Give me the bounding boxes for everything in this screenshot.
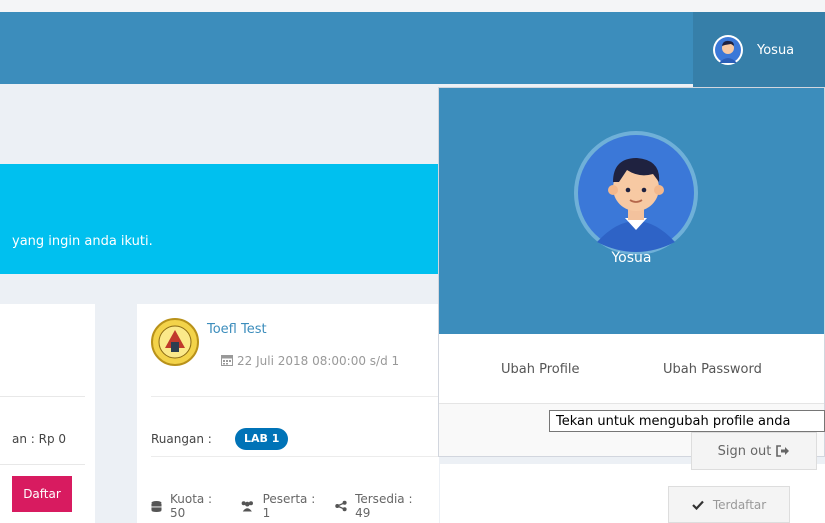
edit-profile-link[interactable]: Ubah Profile bbox=[501, 362, 580, 377]
users-icon bbox=[241, 501, 253, 512]
info-callout: yang ingin anda ikuti. bbox=[0, 164, 440, 274]
participants-text: Peserta : 1 bbox=[262, 492, 316, 520]
header-user-name: Yosua bbox=[757, 42, 795, 58]
sign-out-icon bbox=[776, 445, 790, 457]
sign-out-button[interactable]: Sign out bbox=[691, 432, 817, 470]
quota-text: Kuota : 50 bbox=[169, 492, 213, 520]
terdaftar-label: Terdaftar bbox=[712, 497, 767, 512]
change-password-link[interactable]: Ubah Password bbox=[663, 362, 762, 377]
fee-text: an : Rp 0 bbox=[12, 432, 67, 446]
check-icon bbox=[692, 500, 704, 510]
user-avatar-icon bbox=[574, 131, 698, 255]
share-icon bbox=[335, 500, 347, 512]
profile-links: Ubah Profile Ubah Password bbox=[439, 334, 824, 404]
divider bbox=[0, 464, 85, 465]
room-label: Ruangan : bbox=[151, 432, 212, 446]
dropdown-user-name: Yosua bbox=[611, 250, 652, 266]
divider bbox=[151, 396, 439, 397]
sign-out-label: Sign out bbox=[717, 443, 772, 459]
institution-logo bbox=[151, 318, 199, 366]
profile-tooltip: Tekan untuk mengubah profile anda bbox=[549, 410, 825, 432]
user-avatar-icon bbox=[713, 35, 743, 65]
divider bbox=[0, 396, 85, 397]
event-date: 22 Juli 2018 08:00:00 s/d 1 bbox=[221, 354, 399, 368]
top-strip bbox=[0, 0, 825, 12]
event-card-toefl: Toefl Test 22 Juli 2018 08:00:00 s/d 1 R… bbox=[137, 304, 439, 523]
event-card-left: an : Rp 0 Daftar bbox=[0, 304, 95, 523]
user-dropdown: Yosua Ubah Profile Ubah Password Sign ou… bbox=[438, 87, 825, 470]
callout-text: yang ingin anda ikuti. bbox=[12, 234, 153, 249]
divider bbox=[151, 456, 439, 457]
event-stats: Kuota : 50 Peserta : 1 Tersedia : 49 bbox=[151, 492, 439, 520]
user-dropdown-header: Yosua bbox=[439, 88, 824, 334]
database-icon bbox=[151, 500, 162, 512]
terdaftar-button[interactable]: Terdaftar bbox=[668, 486, 790, 523]
event-date-text: 22 Juli 2018 08:00:00 s/d 1 bbox=[237, 354, 400, 368]
available-text: Tersedia : 49 bbox=[355, 492, 413, 520]
user-menu-toggle[interactable]: Yosua bbox=[693, 12, 825, 88]
daftar-button[interactable]: Daftar bbox=[12, 476, 72, 512]
calendar-icon bbox=[221, 355, 233, 366]
room-badge: LAB 1 bbox=[235, 428, 289, 450]
event-title-link[interactable]: Toefl Test bbox=[207, 322, 267, 337]
